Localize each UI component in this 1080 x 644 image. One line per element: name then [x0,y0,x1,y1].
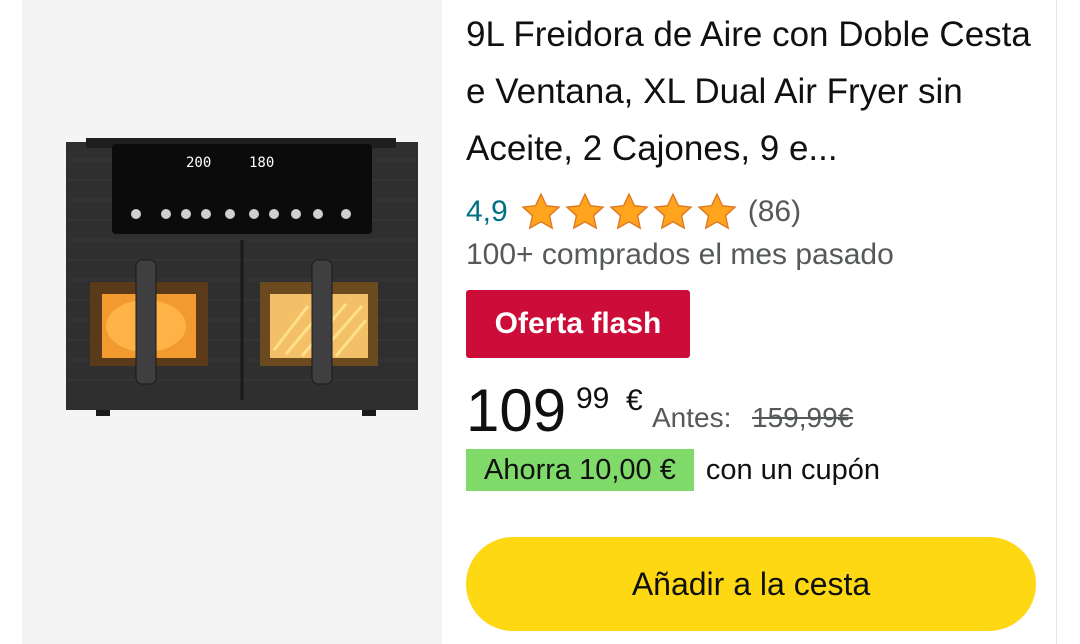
review-count[interactable]: (86) [748,195,801,229]
product-title[interactable]: 9L Freidora de Aire con Doble Cesta e Ve… [466,6,1046,177]
svg-text:180: 180 [249,155,274,171]
star-icon [521,192,561,230]
list-price: 159,99€ [752,402,854,433]
star-icon [697,192,737,230]
price-currency: € [626,384,643,417]
star-rating [520,191,738,233]
card-divider [1056,0,1057,644]
list-price-label: Antes: [652,402,732,433]
rating-value: 4,9 [466,195,508,228]
coupon-text: con un cupón [705,453,881,486]
bought-last-month: 100+ comprados el mes pasado [466,238,894,271]
deal-badge: Oferta flash [466,290,690,358]
product-image-panel[interactable]: 200 180 [22,0,442,644]
price-whole: 109 [466,377,567,444]
air-fryer-product-image[interactable]: 200 180 [46,120,436,440]
product-card[interactable]: 200 180 9L Freidora de Aire con Doble Ce… [0,0,1080,644]
add-to-cart-button[interactable]: Añadir a la cesta [466,537,1036,631]
product-info: 9L Freidora de Aire con Doble Cesta e Ve… [466,0,1046,644]
star-icon [565,192,605,230]
coupon-row[interactable]: Ahorra 10,00 € con un cupón [466,448,880,492]
star-icon [653,192,693,230]
price-row: 109 99 € Antes: 159,99€ [466,376,1046,446]
star-icon [609,192,649,230]
price-fraction: 99 [576,382,610,415]
rating-row[interactable]: 4,9 (86) [466,188,801,236]
svg-text:200: 200 [186,155,211,171]
coupon-badge[interactable]: Ahorra 10,00 € [466,449,694,491]
